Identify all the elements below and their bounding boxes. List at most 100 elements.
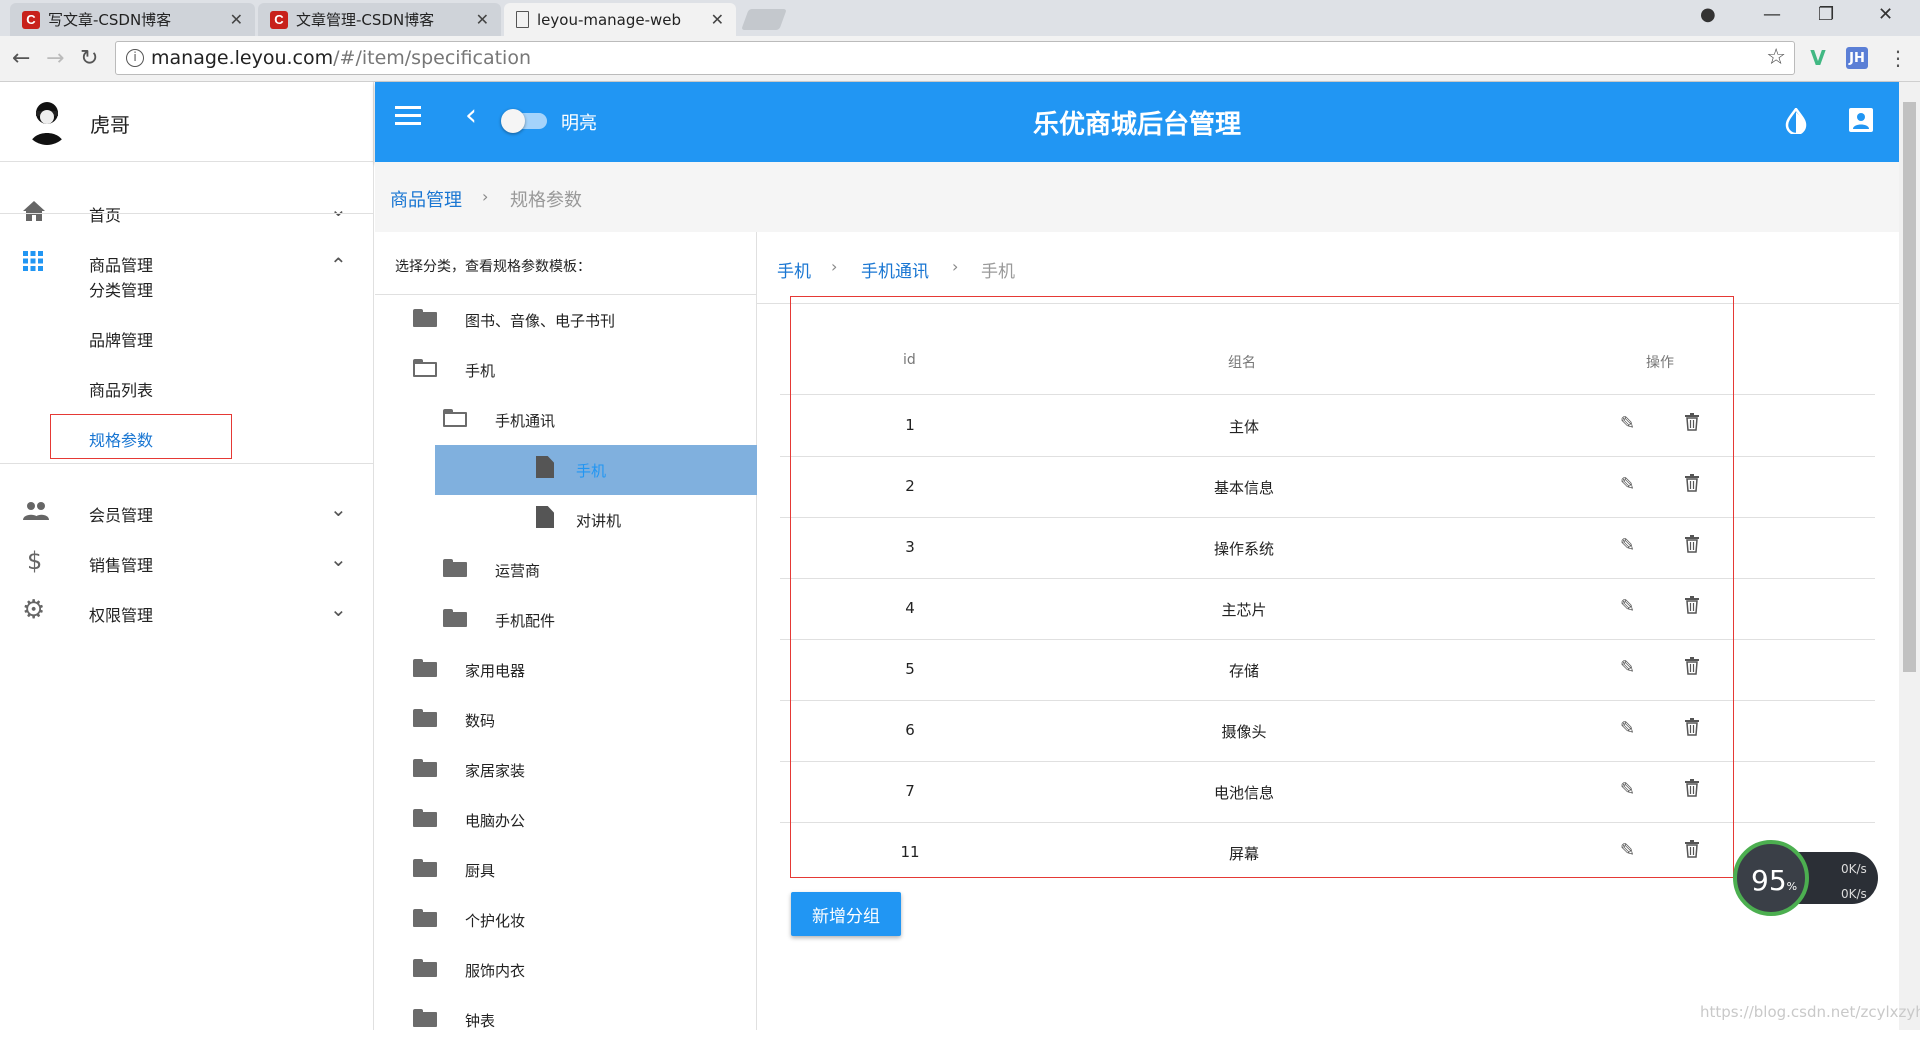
upload-speed: 0K/s: [1841, 862, 1867, 876]
vue-devtools-extension-icon[interactable]: V: [1807, 46, 1829, 70]
url-input[interactable]: i manage.leyou.com/#/item/specification …: [115, 41, 1795, 75]
folder-icon: [443, 559, 467, 577]
tree-node[interactable]: 数码: [375, 694, 757, 744]
close-tab-icon[interactable]: ✕: [230, 10, 243, 29]
url-path: /#/item/specification: [333, 47, 532, 69]
tree-node[interactable]: 对讲机: [375, 494, 757, 544]
breadcrumb-parent[interactable]: 商品管理: [390, 186, 462, 212]
tree-node[interactable]: 家居家装: [375, 744, 757, 794]
tree-node-label: 对讲机: [576, 512, 622, 530]
breadcrumb-current: 规格参数: [510, 190, 582, 211]
scrollbar-thumb[interactable]: [1903, 102, 1916, 672]
app-toolbar: 乐优商城后台管理 ‹ 明亮: [375, 82, 1899, 162]
page-scrollbar[interactable]: [1899, 82, 1920, 1030]
folder-icon: [413, 659, 437, 677]
bookmark-star-icon[interactable]: ☆: [1766, 42, 1786, 74]
folder-icon: [413, 309, 437, 327]
folder-icon: [413, 809, 437, 827]
back-arrow-icon[interactable]: ←: [12, 46, 30, 71]
account-box-icon[interactable]: [1849, 108, 1873, 138]
browser-tab-1[interactable]: C 文章管理-CSDN博客 ✕: [258, 3, 501, 36]
new-tab-button[interactable]: [741, 9, 787, 30]
sidebar-item-sales[interactable]: $ 销售管理 ⌄: [0, 537, 374, 587]
sidebar-subitem-goods-list[interactable]: 商品列表: [89, 377, 153, 401]
invert-colors-icon[interactable]: [1785, 106, 1807, 140]
spec-breadcrumb-level-2[interactable]: 手机通讯: [861, 257, 929, 282]
sidebar-item-label: 首页: [89, 206, 122, 225]
tree-node-label: 厨具: [465, 862, 496, 880]
tab-title: 写文章-CSDN博客: [48, 11, 172, 29]
chevron-down-icon[interactable]: ⌄: [330, 197, 347, 221]
tree-node[interactable]: 图书、音像、电子书刊: [375, 294, 757, 344]
tab-title: leyou-manage-web: [537, 10, 682, 29]
tree-node[interactable]: 运营商: [375, 544, 757, 594]
folder-icon: [413, 859, 437, 877]
tree-node-label: 手机通讯: [495, 412, 556, 430]
tree-node-label: 运营商: [495, 562, 541, 580]
document-favicon-icon: [516, 11, 529, 28]
sidebar-subitem-specification[interactable]: 规格参数: [89, 427, 153, 451]
chevron-up-icon[interactable]: ⌃: [330, 253, 347, 277]
network-meter-widget: 0K/s 0K/s 95%: [1733, 840, 1883, 916]
tree-node[interactable]: 手机配件: [375, 594, 757, 644]
jh-extension-icon[interactable]: JH: [1846, 47, 1868, 69]
dollar-icon: $: [27, 547, 43, 575]
sidebar-item-members[interactable]: 会员管理 ⌄: [0, 487, 374, 537]
file-icon: [536, 456, 554, 478]
tree-node[interactable]: 钟表: [375, 994, 757, 1044]
folder-icon: [413, 709, 437, 727]
sidebar-item-products[interactable]: 商品管理 ⌃: [0, 237, 374, 287]
browser-tab-2[interactable]: leyou-manage-web ✕: [504, 3, 736, 36]
tree-node[interactable]: 电脑办公: [375, 794, 757, 844]
tree-node[interactable]: 手机: [375, 344, 757, 394]
sidebar-subitem-brand[interactable]: 品牌管理: [89, 327, 153, 351]
chevron-left-icon[interactable]: ‹: [465, 98, 477, 133]
tree-node[interactable]: 厨具: [375, 844, 757, 894]
spec-breadcrumb-level-1[interactable]: 手机: [777, 257, 811, 282]
avatar: [24, 97, 70, 145]
sidebar-item-label: 销售管理: [89, 556, 154, 575]
chevron-down-icon[interactable]: ⌄: [330, 547, 347, 571]
sidebar-subitem-category[interactable]: 分类管理: [89, 277, 153, 301]
profile-icon[interactable]: ●: [1700, 4, 1716, 25]
close-tab-icon[interactable]: ✕: [476, 10, 489, 29]
restore-icon[interactable]: ❐: [1818, 4, 1834, 25]
tree-node[interactable]: 个护化妆: [375, 894, 757, 944]
minimize-icon[interactable]: —: [1763, 4, 1781, 25]
tree-hint: 选择分类，查看规格参数模板：: [395, 259, 591, 275]
sidebar-item-label: 权限管理: [89, 606, 154, 625]
folder-icon: [413, 1009, 437, 1027]
usage-percent: 95%: [1751, 864, 1798, 897]
tree-node[interactable]: 手机: [375, 444, 757, 494]
folder-icon: [443, 609, 467, 627]
close-tab-icon[interactable]: ✕: [711, 10, 724, 29]
breadcrumb: 商品管理 › 规格参数: [375, 162, 1899, 232]
tree-node-label: 手机: [576, 462, 607, 480]
spec-breadcrumb: 手机 › 手机通讯 › 手机: [757, 232, 1899, 304]
browser-tab-0[interactable]: C 写文章-CSDN博客 ✕: [10, 3, 255, 36]
reload-icon[interactable]: ↻: [80, 46, 98, 71]
chevron-right-icon: ›: [831, 257, 838, 276]
username: 虎哥: [90, 113, 130, 137]
folder-open-icon: [443, 409, 467, 427]
theme-toggle-thumb[interactable]: [501, 109, 525, 133]
chevron-down-icon[interactable]: ⌄: [330, 497, 347, 521]
gear-icon: ⚙: [22, 595, 46, 625]
sidebar-item-permissions[interactable]: ⚙ 权限管理 ⌄: [0, 587, 374, 637]
menu-icon[interactable]: [395, 106, 421, 126]
tree-node-label: 手机配件: [495, 612, 556, 630]
sidebar-item-home[interactable]: 首页 ⌄: [0, 187, 374, 237]
spec-breadcrumb-current: 手机: [981, 262, 1015, 282]
info-icon[interactable]: i: [126, 49, 144, 67]
apps-grid-icon: [22, 250, 48, 274]
close-window-icon[interactable]: ✕: [1878, 4, 1893, 25]
forward-arrow-icon[interactable]: →: [46, 46, 64, 71]
tree-node[interactable]: 服饰内衣: [375, 944, 757, 994]
folder-icon: [413, 759, 437, 777]
tree-node[interactable]: 家用电器: [375, 644, 757, 694]
tree-node-label: 电脑办公: [465, 812, 526, 830]
add-group-button[interactable]: 新增分组: [791, 892, 901, 936]
tree-node[interactable]: 手机通讯: [375, 394, 757, 444]
chevron-down-icon[interactable]: ⌄: [330, 597, 347, 621]
browser-menu-icon[interactable]: ⋮: [1888, 46, 1908, 70]
